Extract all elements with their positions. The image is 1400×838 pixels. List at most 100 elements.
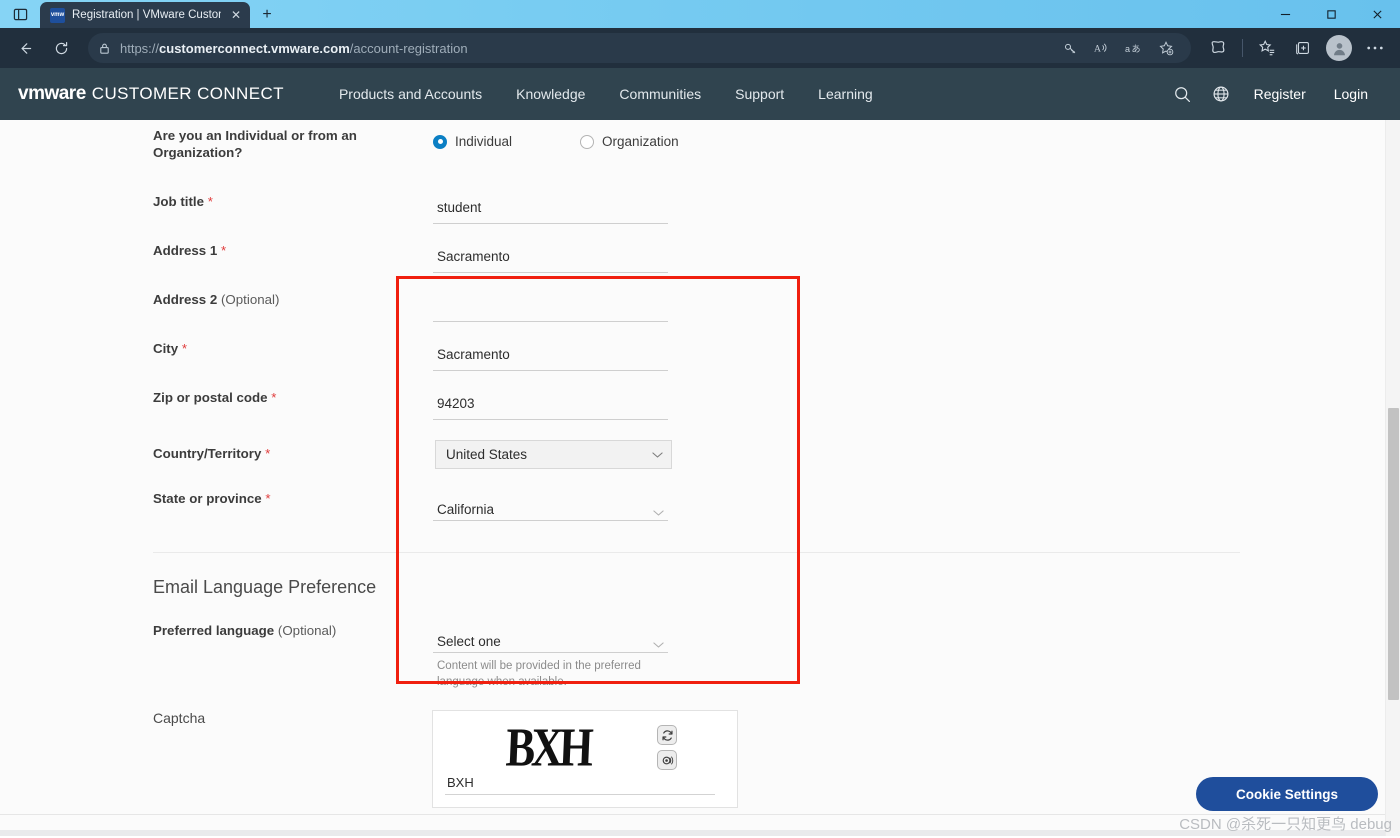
field-state-or-province: California [433, 491, 668, 521]
address-2-input[interactable] [433, 292, 668, 322]
collections-icon[interactable] [1286, 33, 1320, 63]
row-address-1: Address 1 * [0, 243, 1400, 273]
favorites-icon[interactable] [1250, 33, 1284, 63]
radio-individual-icon[interactable] [433, 135, 447, 149]
job-title-input[interactable] [433, 194, 668, 224]
translate-icon[interactable]: aあ [1119, 35, 1149, 61]
minimize-button[interactable] [1262, 0, 1308, 28]
address-bar-url: https://customerconnect.vmware.com/accou… [120, 41, 468, 56]
address-bar[interactable]: https://customerconnect.vmware.com/accou… [88, 33, 1191, 63]
label-country-text: Country/Territory [153, 446, 261, 461]
page-content: Are you an Individual or from an Organiz… [0, 120, 1400, 836]
field-preferred-language: Select one Content will be provided in t… [433, 623, 668, 690]
watermark-text: CSDN @杀死一只知更鸟 debug [1179, 813, 1392, 834]
refresh-captcha-icon[interactable] [657, 725, 677, 745]
svg-text:a: a [1125, 43, 1130, 53]
key-icon[interactable] [1055, 35, 1085, 61]
preferred-language-select[interactable]: Select one [433, 623, 668, 653]
login-link[interactable]: Login [1320, 86, 1382, 102]
chevron-down-icon [652, 451, 663, 459]
optional-marker: (Optional) [221, 292, 279, 307]
vmware-logo[interactable]: vmware CUSTOMER CONNECT [18, 83, 284, 105]
radio-organization-label: Organization [602, 134, 679, 149]
tab-search-icon[interactable] [0, 0, 40, 28]
logo-customer-connect-text: CUSTOMER CONNECT [92, 84, 284, 104]
page-scrollbar[interactable] [1385, 120, 1400, 836]
nav-item-learning[interactable]: Learning [801, 86, 890, 102]
radio-option-individual[interactable]: Individual [433, 134, 512, 149]
preferred-language-value: Select one [437, 634, 501, 649]
captcha-box: BXH [432, 710, 738, 808]
captcha-input[interactable] [445, 773, 715, 795]
nav-item-products-and-accounts[interactable]: Products and Accounts [322, 86, 499, 102]
add-favorite-icon[interactable] [1151, 35, 1181, 61]
captcha-image-text: BXH [505, 721, 591, 773]
field-zip-or-postal-code [433, 390, 668, 420]
required-marker: * [265, 446, 270, 461]
row-individual-or-organization: Are you an Individual or from an Organiz… [0, 128, 1400, 161]
row-country-territory: Country/Territory * United States [0, 440, 1400, 469]
label-address-2: Address 2 (Optional) [153, 292, 433, 309]
label-preferred-language-text: Preferred language [153, 623, 274, 638]
browser-tab[interactable]: vmw Registration | VMware Customer ✕ [40, 2, 250, 28]
globe-icon[interactable] [1202, 75, 1240, 113]
captcha-image: BXH [445, 721, 651, 773]
country-territory-select[interactable]: United States [435, 440, 672, 469]
preferred-language-hint: Content will be provided in the preferre… [433, 659, 658, 690]
chevron-down-icon [653, 509, 664, 517]
url-domain: customerconnect.vmware.com [159, 41, 350, 56]
split-screen-icon[interactable] [1201, 33, 1235, 63]
omnibox-actions: A aあ [1055, 35, 1181, 61]
field-job-title [433, 194, 668, 224]
label-address-1-text: Address 1 [153, 243, 217, 258]
toolbar-right-actions [1201, 33, 1392, 63]
main-nav: Products and Accounts Knowledge Communit… [322, 86, 890, 102]
tab-favicon-icon: vmw [50, 8, 65, 23]
header-right: Register Login [1164, 75, 1382, 113]
close-window-button[interactable] [1354, 0, 1400, 28]
zip-input[interactable] [433, 390, 668, 420]
label-individual-or-organization: Are you an Individual or from an Organiz… [153, 128, 433, 161]
required-marker: * [208, 194, 213, 209]
refresh-icon[interactable] [44, 33, 78, 63]
search-icon[interactable] [1164, 75, 1202, 113]
page-scrollbar-thumb[interactable] [1388, 408, 1399, 700]
lock-icon [98, 42, 111, 55]
chevron-down-icon [653, 641, 664, 649]
address-1-input[interactable] [433, 243, 668, 273]
read-aloud-icon[interactable]: A [1087, 35, 1117, 61]
nav-item-knowledge[interactable]: Knowledge [499, 86, 602, 102]
audio-captcha-icon[interactable] [657, 750, 677, 770]
radio-option-organization[interactable]: Organization [580, 134, 679, 149]
field-city [433, 341, 668, 371]
profile-icon[interactable] [1322, 33, 1356, 63]
register-link[interactable]: Register [1240, 86, 1320, 102]
label-state-or-province: State or province * [153, 491, 433, 508]
nav-item-support[interactable]: Support [718, 86, 801, 102]
back-icon[interactable] [8, 33, 42, 63]
svg-text:あ: あ [1132, 43, 1141, 54]
radio-group-individual-organization: Individual Organization [433, 127, 679, 149]
state-or-province-value: California [437, 502, 494, 517]
label-preferred-language: Preferred language (Optional) [153, 623, 433, 640]
toolbar-divider [1242, 39, 1243, 57]
city-input[interactable] [433, 341, 668, 371]
maximize-button[interactable] [1308, 0, 1354, 28]
state-or-province-select[interactable]: California [433, 491, 668, 521]
radio-organization-icon[interactable] [580, 135, 594, 149]
avatar[interactable] [1326, 35, 1352, 61]
url-scheme: https:// [120, 41, 159, 56]
label-job-title-text: Job title [153, 194, 204, 209]
cookie-settings-button[interactable]: Cookie Settings [1196, 777, 1378, 811]
row-address-2: Address 2 (Optional) [0, 292, 1400, 322]
nav-item-communities[interactable]: Communities [602, 86, 718, 102]
label-city-text: City [153, 341, 178, 356]
new-tab-button[interactable]: + [254, 2, 280, 28]
settings-more-icon[interactable] [1358, 33, 1392, 63]
browser-toolbar: https://customerconnect.vmware.com/accou… [0, 28, 1400, 68]
favicon-label: vmw [51, 12, 64, 18]
tab-title: Registration | VMware Customer [72, 9, 221, 21]
tab-close-icon[interactable]: ✕ [228, 8, 244, 22]
browser-window: vmw Registration | VMware Customer ✕ + [0, 0, 1400, 838]
label-zip-or-postal-code: Zip or postal code * [153, 390, 433, 407]
